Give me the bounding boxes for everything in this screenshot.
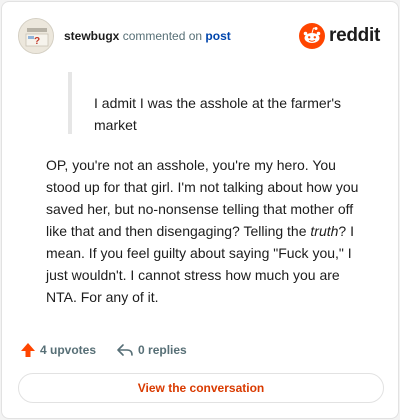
comment-card: ? stewbugx commented on post reddit I ad…: [1, 1, 399, 419]
view-conversation-button[interactable]: View the conversation: [18, 373, 384, 403]
post-link[interactable]: post: [205, 29, 230, 43]
username[interactable]: stewbugx: [64, 29, 119, 43]
comment-text-italic: truth: [310, 223, 339, 239]
quoted-post: I admit I was the asshole at the farmer'…: [68, 72, 368, 134]
action-text: commented on: [122, 29, 203, 43]
svg-text:?: ?: [34, 36, 40, 47]
comment-meta: stewbugx commented on post: [64, 28, 231, 44]
avatar-image: ?: [19, 19, 53, 53]
quoted-text: I admit I was the asshole at the farmer'…: [94, 95, 342, 133]
reply-button[interactable]: 0 replies: [116, 342, 187, 358]
reddit-logo[interactable]: reddit: [299, 20, 380, 52]
avatar[interactable]: ?: [18, 18, 54, 54]
upvote-arrow-icon: [21, 343, 35, 357]
reply-arrow-icon: [117, 344, 133, 356]
reply-count: 0 replies: [138, 343, 187, 357]
upvote-count: 4 upvotes: [40, 343, 97, 357]
comment-header: ? stewbugx commented on post reddit: [18, 18, 382, 54]
brand-wordmark: reddit: [329, 25, 380, 46]
comment-body: OP, you're not an asshole, you're my her…: [46, 154, 366, 308]
comment-actions: 4 upvotes 0 replies: [20, 338, 207, 362]
upvote-button[interactable]: 4 upvotes: [20, 342, 96, 358]
reddit-alien-icon: [299, 23, 326, 49]
